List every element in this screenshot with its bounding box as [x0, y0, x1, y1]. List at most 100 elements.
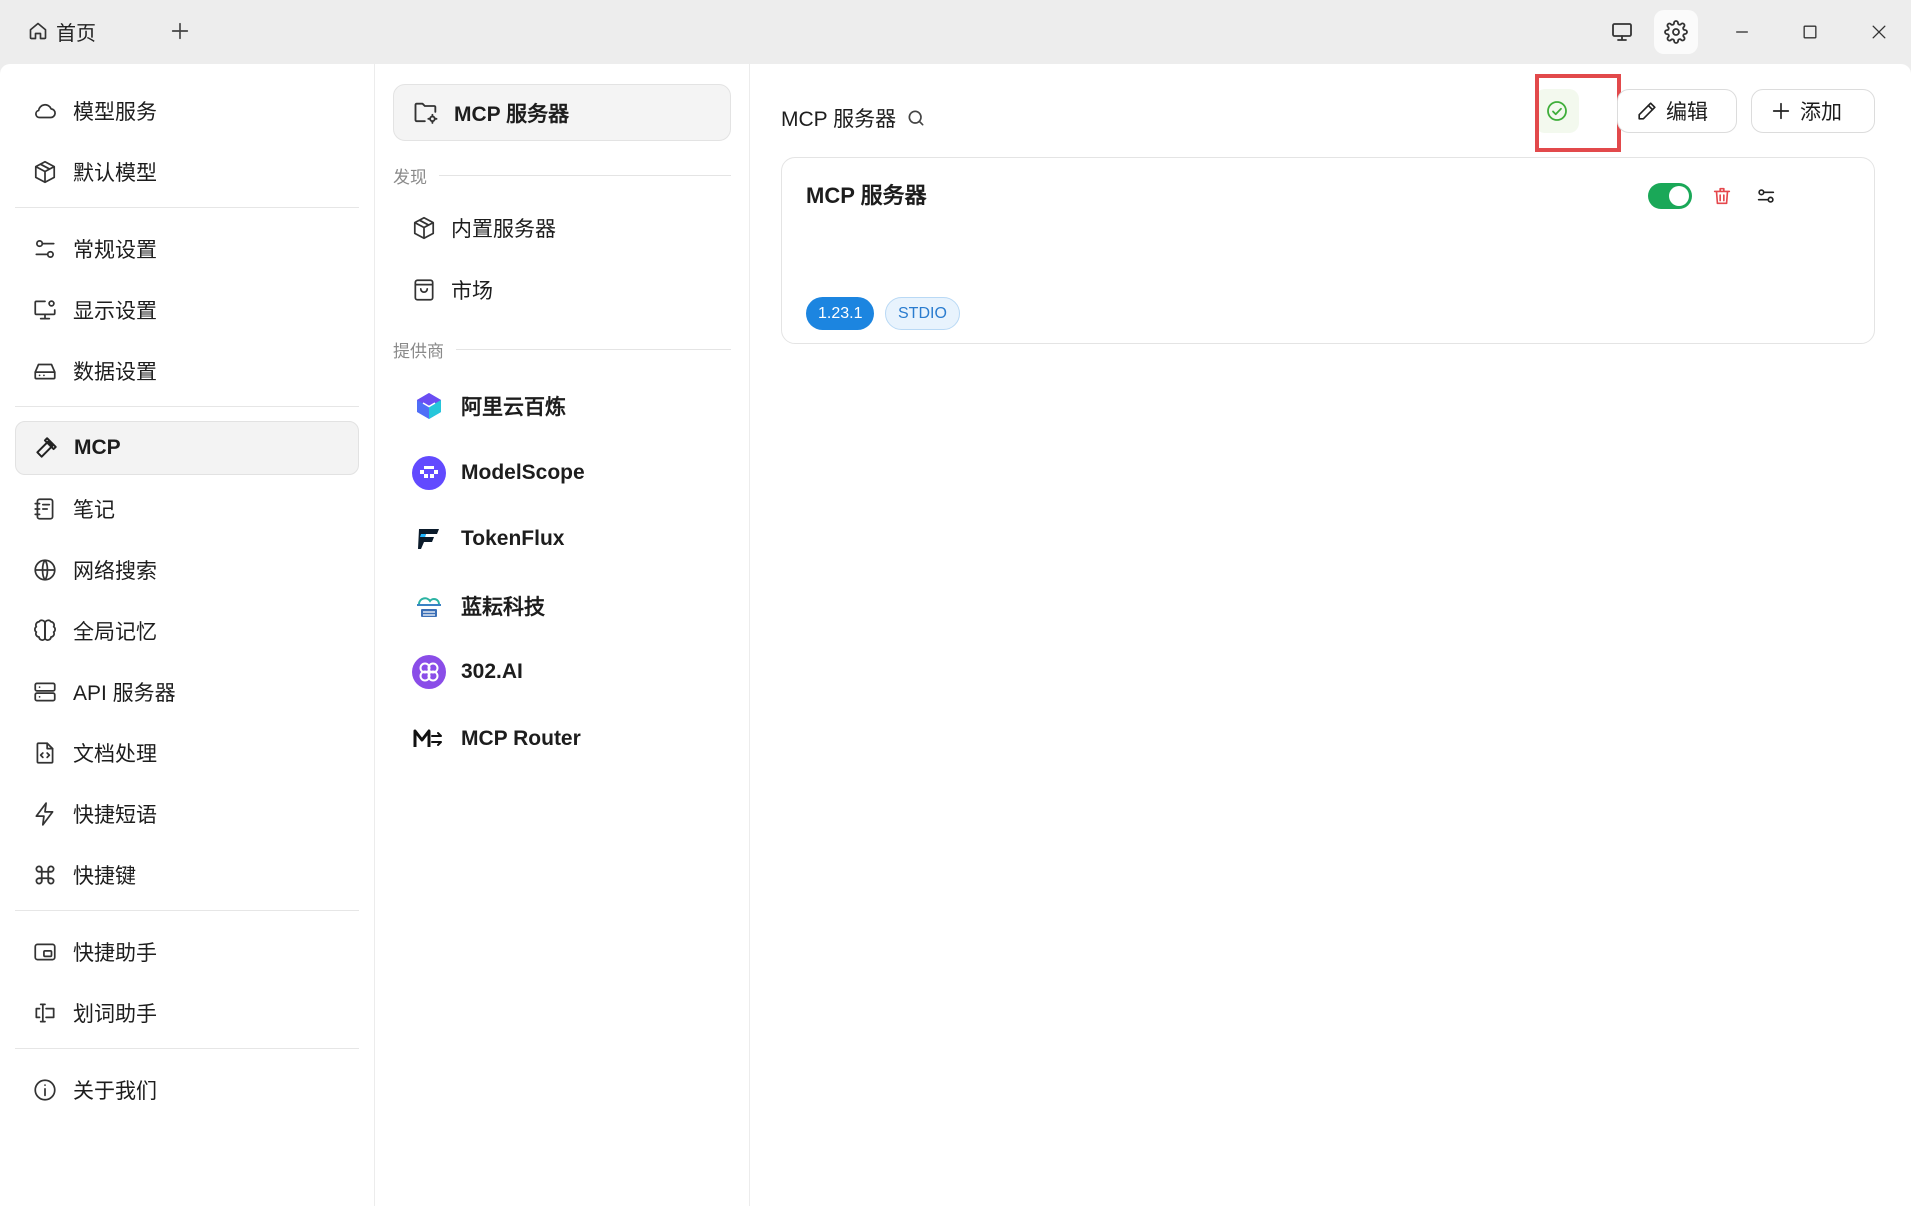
sidebar-item-label: 网络搜索: [73, 560, 157, 583]
sidebar-item-default-model[interactable]: 默认模型: [15, 145, 359, 199]
shopping-bag-icon: [411, 277, 437, 303]
server-card[interactable]: MCP 服务器 1.23.1 STDIO: [781, 157, 1875, 344]
sidebar-item-about[interactable]: 关于我们: [15, 1063, 359, 1117]
server-enable-toggle[interactable]: [1648, 183, 1692, 209]
maximize-icon: [1800, 22, 1820, 42]
settings-button[interactable]: [1654, 10, 1698, 54]
sidebar-divider: [15, 1048, 359, 1049]
minimize-button[interactable]: [1720, 10, 1764, 54]
nav-item-label: MCP 服务器: [454, 102, 570, 126]
new-tab-button[interactable]: [162, 13, 198, 49]
provider-aliyun-bailian[interactable]: 阿里云百炼: [393, 378, 731, 434]
transport-type-badge: STDIO: [885, 297, 960, 330]
nav-item-label: 市场: [451, 279, 493, 303]
lanyun-logo: [411, 588, 447, 624]
sidebar-item-data[interactable]: 数据设置: [15, 344, 359, 398]
sidebar-item-model-service[interactable]: 模型服务: [15, 84, 359, 138]
nav-item-marketplace[interactable]: 市场: [393, 262, 731, 317]
sidebar-item-label: MCP: [74, 436, 121, 459]
trash-icon: [1711, 185, 1733, 207]
provider-lanyun[interactable]: 蓝耘科技: [393, 578, 731, 634]
sidebar-item-label: API 服务器: [73, 682, 176, 705]
add-button[interactable]: 添加: [1751, 89, 1875, 133]
section-divider: [456, 349, 731, 350]
search-icon[interactable]: [906, 108, 926, 128]
hard-drive-icon: [31, 357, 59, 385]
sidebar-item-api-server[interactable]: API 服务器: [15, 665, 359, 719]
plus-icon: [1770, 100, 1792, 122]
title-bar: 首页: [0, 0, 1911, 64]
edit-button-label: 编辑: [1666, 101, 1708, 124]
globe-icon: [31, 556, 59, 584]
cube-icon: [31, 158, 59, 186]
add-button-label: 添加: [1800, 101, 1842, 124]
sidebar-item-quick-phrases[interactable]: 快捷短语: [15, 787, 359, 841]
gear-icon: [1664, 20, 1688, 44]
sidebar-item-quick-assistant[interactable]: 快捷助手: [15, 925, 359, 979]
plus-icon: [169, 20, 191, 42]
section-divider: [439, 175, 731, 176]
notebook-icon: [31, 495, 59, 523]
monitor-button[interactable]: [1600, 10, 1644, 54]
sidebar-divider: [15, 910, 359, 911]
sidebar-item-label: 快捷键: [73, 865, 136, 888]
tab-home[interactable]: 首页: [14, 10, 162, 52]
server-settings-button[interactable]: [1752, 182, 1780, 210]
sidebar-divider: [15, 406, 359, 407]
sidebar-item-label: 显示设置: [73, 300, 157, 323]
sidebar-divider: [15, 207, 359, 208]
minimize-icon: [1732, 22, 1752, 42]
pencil-icon: [1636, 100, 1658, 122]
provider-label: ModelScope: [461, 460, 585, 484]
sidebar-item-label: 笔记: [73, 499, 115, 522]
page-title: MCP 服务器: [781, 98, 926, 138]
nav-item-mcp-servers[interactable]: MCP 服务器: [393, 84, 731, 141]
nav-item-label: 内置服务器: [451, 217, 556, 241]
edit-button[interactable]: 编辑: [1617, 89, 1737, 133]
sidebar-item-label: 默认模型: [73, 162, 157, 185]
section-discover: 发现: [393, 163, 731, 188]
sidebar-item-notes[interactable]: 笔记: [15, 482, 359, 536]
settings-sliders-icon: [1755, 185, 1777, 207]
close-icon: [1869, 22, 1889, 42]
provider-302ai[interactable]: 302.AI: [393, 644, 731, 700]
sidebar-item-display[interactable]: 显示设置: [15, 283, 359, 337]
display-settings-icon: [31, 296, 59, 324]
nav-item-builtin-servers[interactable]: 内置服务器: [393, 200, 731, 255]
sidebar-item-label: 关于我们: [73, 1080, 157, 1103]
server-icon: [31, 678, 59, 706]
hammer-icon: [32, 434, 60, 462]
sidebar-item-label: 划词助手: [73, 1003, 157, 1026]
command-icon: [31, 861, 59, 889]
302ai-logo: [411, 654, 447, 690]
provider-mcp-router[interactable]: MCP Router: [393, 711, 731, 767]
sliders-icon: [31, 235, 59, 263]
zap-icon: [31, 800, 59, 828]
sidebar-item-document[interactable]: 文档处理: [15, 726, 359, 780]
tokenflux-logo: [411, 521, 447, 557]
quick-assistant-icon: [31, 938, 59, 966]
server-name: MCP 服务器: [806, 183, 927, 208]
cloud-icon: [31, 97, 59, 125]
provider-tokenflux[interactable]: TokenFlux: [393, 511, 731, 567]
provider-modelscope[interactable]: ModelScope: [393, 445, 731, 501]
sidebar-item-selection-assistant[interactable]: 划词助手: [15, 986, 359, 1040]
modelscope-logo: [411, 455, 447, 491]
sidebar-item-web-search[interactable]: 网络搜索: [15, 543, 359, 597]
sidebar-item-memory[interactable]: 全局记忆: [15, 604, 359, 658]
delete-button[interactable]: [1708, 182, 1736, 210]
mcp-router-logo: [411, 721, 447, 757]
sidebar-item-label: 模型服务: [73, 101, 157, 124]
sidebar-item-general[interactable]: 常规设置: [15, 222, 359, 276]
folder-settings-icon: [412, 99, 440, 127]
sidebar-item-shortcuts[interactable]: 快捷键: [15, 848, 359, 902]
close-button[interactable]: [1857, 10, 1901, 54]
home-icon: [28, 21, 48, 41]
brain-icon: [31, 617, 59, 645]
maximize-button[interactable]: [1788, 10, 1832, 54]
provider-label: 302.AI: [461, 660, 523, 683]
section-label: 发现: [393, 168, 427, 187]
page-title-text: MCP 服务器: [781, 108, 897, 131]
provider-label: 阿里云百炼: [461, 396, 566, 419]
sidebar-item-mcp[interactable]: MCP: [15, 421, 359, 475]
